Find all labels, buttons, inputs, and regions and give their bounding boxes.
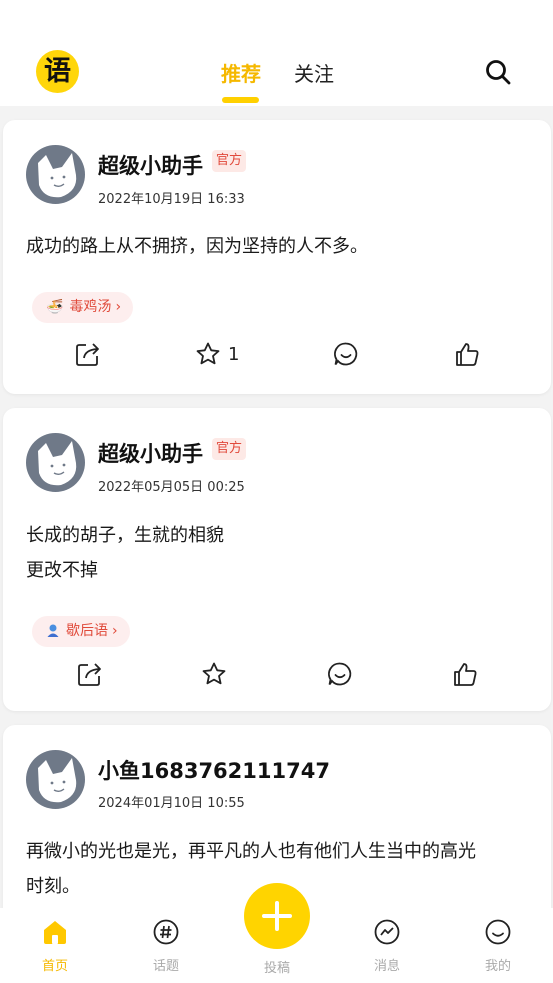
nav-home-label: 首页 xyxy=(41,959,68,974)
home-icon xyxy=(44,921,66,944)
nav-topics[interactable]: 话题 xyxy=(136,918,196,974)
favorite-count: 1 xyxy=(228,343,240,365)
post-time: 2022年05月05日 00:25 xyxy=(98,480,245,495)
app-logo: 语 xyxy=(36,50,79,93)
share-button[interactable] xyxy=(75,339,101,369)
nav-post-label: 投稿 xyxy=(263,961,290,976)
nav-home[interactable]: 首页 xyxy=(25,918,85,974)
nav-mine-label: 我的 xyxy=(484,959,511,974)
share-icon xyxy=(78,663,101,686)
tab-follow[interactable]: 关注 xyxy=(294,58,334,87)
thumbs-up-icon xyxy=(454,663,477,686)
content-line: 成功的路上从不拥挤，因为坚持的人不多。 xyxy=(26,236,368,257)
noodle-bowl-icon: 🍜 xyxy=(46,299,64,315)
author-name[interactable]: 超级小助手 xyxy=(98,438,203,468)
person-icon xyxy=(46,616,60,647)
comment-icon xyxy=(334,342,358,366)
nav-messages[interactable]: 消息 xyxy=(357,918,417,974)
post-content[interactable]: 成功的路上从不拥挤，因为坚持的人不多。 xyxy=(26,229,531,264)
content-line: 再微小的光也是光，再平凡的人也有他们人生当中的高光 xyxy=(26,841,476,862)
post-card[interactable]: 超级小助手 官方 2022年05月05日 00:25 长成的胡子，生就的相貌 更… xyxy=(3,408,551,711)
search-icon[interactable] xyxy=(484,58,512,86)
content-line: 长成的胡子，生就的相貌 xyxy=(26,525,224,546)
top-header: 语 推荐 关注 xyxy=(0,0,553,106)
comment-button[interactable] xyxy=(327,659,353,689)
message-icon xyxy=(374,919,400,945)
like-button[interactable] xyxy=(454,339,480,369)
star-icon xyxy=(196,342,220,365)
avatar[interactable] xyxy=(26,433,85,492)
comment-icon xyxy=(328,662,352,686)
topic-tag[interactable]: 歇后语 › xyxy=(32,616,130,647)
tab-recommend[interactable]: 推荐 xyxy=(221,58,261,87)
active-tab-indicator xyxy=(222,97,259,103)
chevron-right-icon: › xyxy=(112,623,118,639)
nav-topics-label: 话题 xyxy=(152,959,179,974)
content-line: 更改不掉 xyxy=(26,560,98,581)
official-badge: 官方 xyxy=(212,438,247,460)
post-time: 2024年01月10日 10:55 xyxy=(98,796,245,811)
avatar[interactable] xyxy=(26,750,85,809)
chevron-right-icon: › xyxy=(115,299,122,315)
post-button[interactable] xyxy=(244,883,310,949)
favorite-button[interactable] xyxy=(201,659,234,689)
tag-label: 毒鸡汤 xyxy=(69,299,112,315)
smile-icon xyxy=(485,919,511,945)
author-name[interactable]: 超级小助手 xyxy=(98,150,203,180)
share-icon xyxy=(76,343,99,366)
like-button[interactable] xyxy=(452,659,478,689)
topic-tag[interactable]: 🍜 毒鸡汤 › xyxy=(32,292,134,323)
official-badge: 官方 xyxy=(212,150,247,172)
hashtag-icon xyxy=(153,919,179,945)
avatar[interactable] xyxy=(26,145,85,204)
star-icon xyxy=(202,662,226,685)
author-name[interactable]: 小鱼1683762111747 xyxy=(98,755,330,785)
tag-label: 歇后语 xyxy=(66,623,108,639)
favorite-button[interactable]: 1 xyxy=(195,339,239,369)
share-button[interactable] xyxy=(77,659,103,689)
nav-mine[interactable]: 我的 xyxy=(468,918,528,974)
post-card[interactable]: 超级小助手 官方 2022年10月19日 16:33 成功的路上从不拥挤，因为坚… xyxy=(3,120,551,394)
nav-messages-label: 消息 xyxy=(373,959,400,974)
post-time: 2022年10月19日 16:33 xyxy=(98,192,245,207)
post-content[interactable]: 长成的胡子，生就的相貌 更改不掉 xyxy=(26,518,531,588)
comment-button[interactable] xyxy=(333,339,359,369)
plus-icon xyxy=(262,901,292,931)
thumbs-up-icon xyxy=(456,343,479,366)
